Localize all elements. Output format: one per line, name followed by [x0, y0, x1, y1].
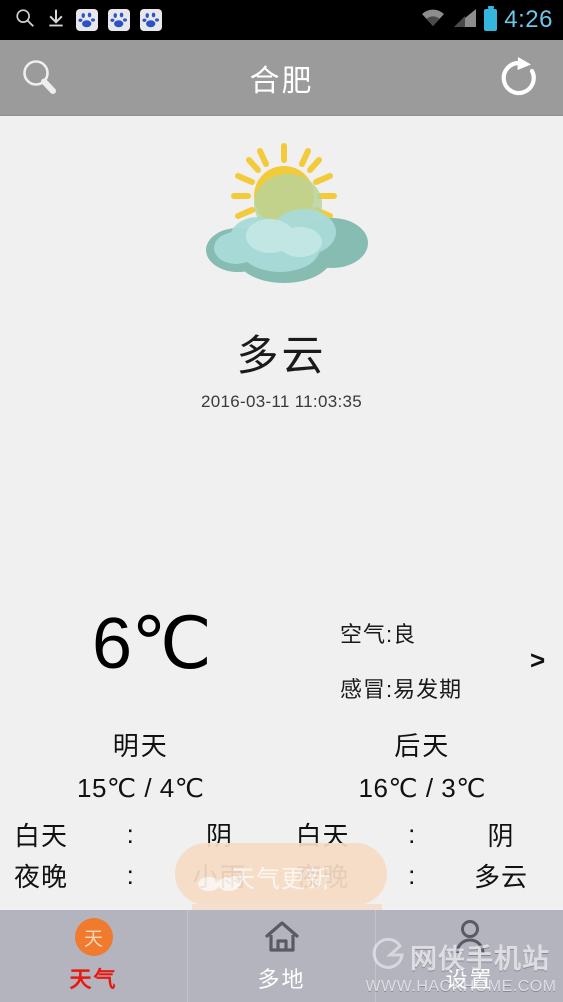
forecast-row-value: 多云 [473, 862, 528, 892]
nav-item-weather[interactable]: 天 天气 [0, 910, 187, 1002]
air-quality-text: 空气:良 [340, 622, 417, 647]
signal-icon [453, 8, 477, 33]
cold-index-text: 感冒:易发期 [340, 677, 463, 702]
nav-item-settings[interactable]: 设置 [375, 910, 563, 1002]
refresh-button[interactable] [487, 46, 551, 110]
forecast-row-colon: : [126, 860, 135, 890]
toast-text: 天气更新 [231, 865, 331, 893]
forecast-temp-range: 16℃ / 3℃ [358, 773, 486, 803]
chevron-right-icon[interactable]: > [530, 645, 545, 676]
baidu-icon [140, 9, 162, 31]
forecast-day-label: 明天 [112, 731, 169, 761]
baidu-icon [108, 9, 130, 31]
person-icon [451, 918, 489, 956]
forecast-row-label: 白天 [14, 821, 69, 851]
forecast-row-value: 阴 [487, 821, 515, 851]
forecast-row-label: 夜晚 [14, 862, 69, 892]
forecast-row-colon: : [408, 860, 417, 890]
search-icon [14, 7, 36, 34]
nav-item-label: 设置 [445, 967, 494, 992]
download-icon [46, 7, 66, 34]
forecast-temp-range: 15℃ / 4℃ [77, 773, 205, 803]
home-icon [263, 918, 301, 956]
sun-badge-icon: 天 [74, 918, 113, 956]
current-weather-icon-container [0, 138, 563, 298]
forecast-row-colon: : [408, 819, 417, 849]
status-bar-clock: 4:26 [504, 6, 553, 33]
current-timestamp: 2016-03-11 11:03:35 [200, 392, 363, 411]
app-action-bar: 合肥 [0, 40, 563, 116]
status-bar: 4:26 [0, 0, 563, 40]
current-temperature: 6℃ [92, 604, 212, 684]
wifi-icon [420, 8, 446, 33]
baidu-icon [76, 9, 98, 31]
forecast-day-label: 后天 [394, 731, 451, 761]
toast-message: 天气更新 [175, 843, 387, 905]
nav-item-label: 天气 [69, 967, 118, 992]
status-bar-left-icons [0, 7, 162, 34]
forecast-row-colon: : [126, 819, 135, 849]
bottom-navigation-bar: 天 天气 多地 设置 [0, 910, 563, 1002]
current-condition-text: 多云 [236, 332, 327, 379]
nav-item-label: 多地 [257, 967, 306, 992]
status-bar-right-icons: 4:26 [420, 0, 553, 40]
page-title: 合肥 [249, 64, 314, 98]
nav-item-locations[interactable]: 多地 [187, 910, 375, 1002]
weather-app-screen: 4:26 合肥 多云 2016-03-11 11:03:35 6℃ 空气:良 感… [0, 0, 563, 1002]
partly-cloudy-icon [192, 138, 372, 298]
battery-icon [484, 6, 498, 31]
